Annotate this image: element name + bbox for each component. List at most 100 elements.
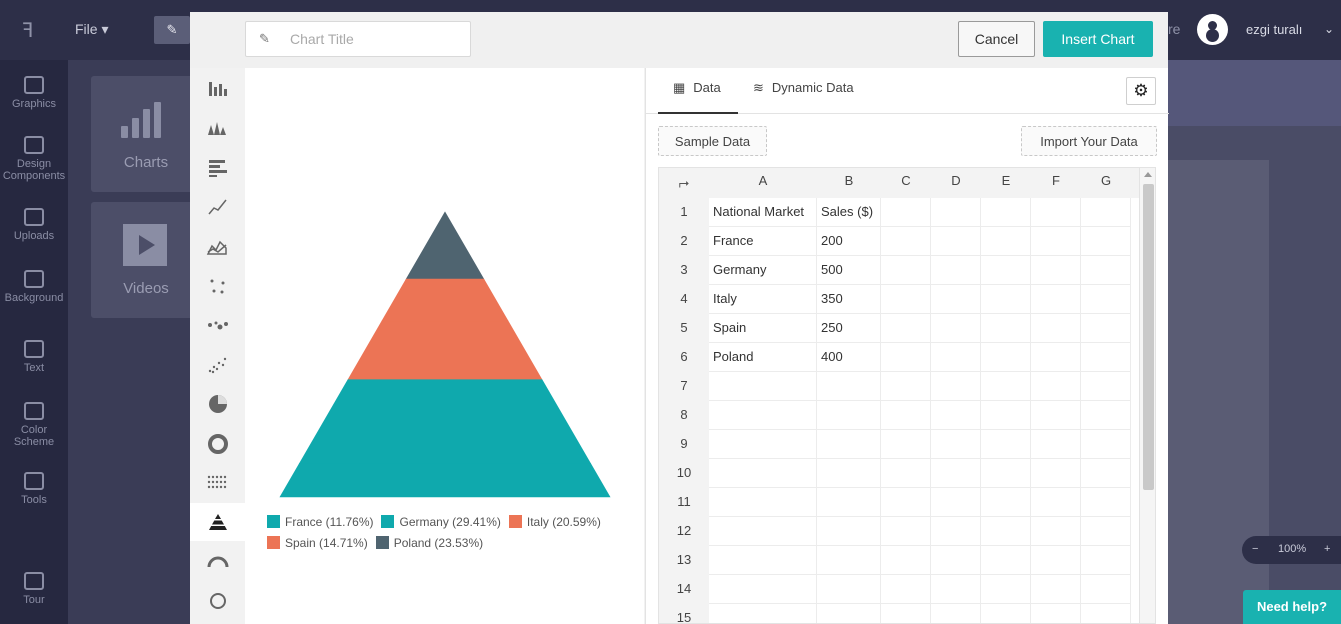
table-cell[interactable] xyxy=(1081,517,1131,546)
insert-chart-button[interactable]: Insert Chart xyxy=(1043,21,1153,57)
table-cell[interactable] xyxy=(981,488,1031,517)
chart-type-pie-chart[interactable] xyxy=(190,385,245,423)
row-header[interactable]: 5 xyxy=(659,314,709,343)
tab-dynamic-data[interactable]: ≋ Dynamic Data xyxy=(753,68,893,114)
table-cell[interactable] xyxy=(881,430,931,459)
table-cell[interactable]: Poland xyxy=(709,343,817,372)
table-cell[interactable] xyxy=(981,459,1031,488)
table-cell[interactable] xyxy=(931,372,981,401)
table-cell[interactable] xyxy=(881,575,931,604)
cancel-button[interactable]: Cancel xyxy=(958,21,1035,57)
table-cell[interactable] xyxy=(981,198,1031,227)
table-cell[interactable] xyxy=(1031,198,1081,227)
table-cell[interactable] xyxy=(881,227,931,256)
need-help-button[interactable]: Need help? xyxy=(1243,590,1341,624)
nav-item-background[interactable]: Background xyxy=(0,270,68,304)
chart-type-pyramid-chart[interactable] xyxy=(190,503,245,542)
pyramid-segment-italy[interactable] xyxy=(347,320,543,380)
table-cell[interactable] xyxy=(1081,546,1131,575)
row-header[interactable]: 9 xyxy=(659,430,709,459)
table-cell[interactable] xyxy=(931,430,981,459)
table-cell[interactable] xyxy=(931,256,981,285)
zoom-in-icon[interactable]: + xyxy=(1324,543,1330,555)
chart-type-bubble[interactable] xyxy=(190,306,245,344)
table-cell[interactable] xyxy=(817,546,881,575)
row-header[interactable]: 8 xyxy=(659,401,709,430)
table-cell[interactable] xyxy=(817,488,881,517)
row-header[interactable]: 4 xyxy=(659,285,709,314)
table-cell[interactable] xyxy=(1031,314,1081,343)
table-cell[interactable] xyxy=(881,372,931,401)
table-cell[interactable] xyxy=(1031,430,1081,459)
nav-item-uploads[interactable]: Uploads xyxy=(0,208,68,242)
scrollbar-thumb[interactable] xyxy=(1143,184,1154,490)
legend-item[interactable]: Germany (29.41%) xyxy=(381,515,501,529)
table-cell[interactable] xyxy=(817,401,881,430)
table-cell[interactable] xyxy=(981,372,1031,401)
chart-type-area-chart[interactable] xyxy=(190,228,245,266)
table-cell[interactable] xyxy=(1031,575,1081,604)
legend-item[interactable]: Italy (20.59%) xyxy=(508,515,601,529)
row-header[interactable]: 13 xyxy=(659,546,709,575)
table-cell[interactable] xyxy=(1081,575,1131,604)
table-cell[interactable] xyxy=(931,488,981,517)
table-cell[interactable] xyxy=(881,488,931,517)
table-cell[interactable] xyxy=(931,343,981,372)
table-cell[interactable] xyxy=(931,198,981,227)
table-cell[interactable] xyxy=(981,343,1031,372)
table-cell[interactable] xyxy=(709,546,817,575)
table-cell[interactable] xyxy=(817,517,881,546)
table-cell[interactable] xyxy=(981,314,1031,343)
chart-type-scatter[interactable] xyxy=(190,267,245,305)
row-header[interactable]: 7 xyxy=(659,372,709,401)
table-cell[interactable] xyxy=(709,372,817,401)
app-logo-icon[interactable]: ꟻ xyxy=(22,18,40,42)
legend-item[interactable]: Poland (23.53%) xyxy=(375,536,483,550)
table-cell[interactable] xyxy=(931,314,981,343)
share-label[interactable]: re xyxy=(1168,21,1180,37)
table-cell[interactable]: Sales ($) xyxy=(817,198,881,227)
row-header[interactable]: 10 xyxy=(659,459,709,488)
table-cell[interactable] xyxy=(1031,546,1081,575)
sample-data-button[interactable]: Sample Data xyxy=(658,126,767,156)
table-cell[interactable] xyxy=(1031,517,1081,546)
table-cell[interactable] xyxy=(931,604,981,623)
nav-item-text[interactable]: Text xyxy=(0,340,68,374)
table-cell[interactable]: 500 xyxy=(817,256,881,285)
charts-tile[interactable]: Charts xyxy=(91,76,201,192)
chart-type-scatter-dense[interactable] xyxy=(190,346,245,384)
table-cell[interactable] xyxy=(1081,604,1131,623)
table-cell[interactable] xyxy=(981,401,1031,430)
pyramid-segment-spain[interactable] xyxy=(381,278,509,322)
table-cell[interactable] xyxy=(1031,372,1081,401)
table-cell[interactable] xyxy=(981,285,1031,314)
videos-tile[interactable]: Videos xyxy=(91,202,201,318)
column-header-b[interactable]: B xyxy=(817,168,881,198)
table-cell[interactable] xyxy=(709,517,817,546)
table-cell[interactable] xyxy=(1081,227,1131,256)
chart-type-donut-chart[interactable] xyxy=(190,425,245,463)
scroll-up-icon[interactable] xyxy=(1144,172,1152,177)
table-cell[interactable] xyxy=(1081,256,1131,285)
chart-type-dot-matrix[interactable] xyxy=(190,464,245,502)
table-cell[interactable] xyxy=(709,575,817,604)
table-cell[interactable] xyxy=(1081,488,1131,517)
table-cell[interactable] xyxy=(931,575,981,604)
table-cell[interactable] xyxy=(817,575,881,604)
table-cell[interactable] xyxy=(931,227,981,256)
table-cell[interactable] xyxy=(881,401,931,430)
table-cell[interactable] xyxy=(981,227,1031,256)
column-header-a[interactable]: A xyxy=(709,168,817,198)
table-cell[interactable] xyxy=(931,546,981,575)
nav-item-tour[interactable]: Tour xyxy=(0,572,68,606)
table-cell[interactable] xyxy=(981,256,1031,285)
table-cell[interactable] xyxy=(817,430,881,459)
pyramid-segment-germany[interactable] xyxy=(298,379,592,464)
legend-item[interactable]: Spain (14.71%) xyxy=(267,536,368,550)
vertical-scrollbar[interactable] xyxy=(1139,168,1155,623)
table-cell[interactable]: National Market xyxy=(709,198,817,227)
chart-type-line-chart[interactable] xyxy=(190,188,245,226)
table-cell[interactable] xyxy=(981,546,1031,575)
row-header[interactable]: 14 xyxy=(659,575,709,604)
table-cell[interactable] xyxy=(817,372,881,401)
